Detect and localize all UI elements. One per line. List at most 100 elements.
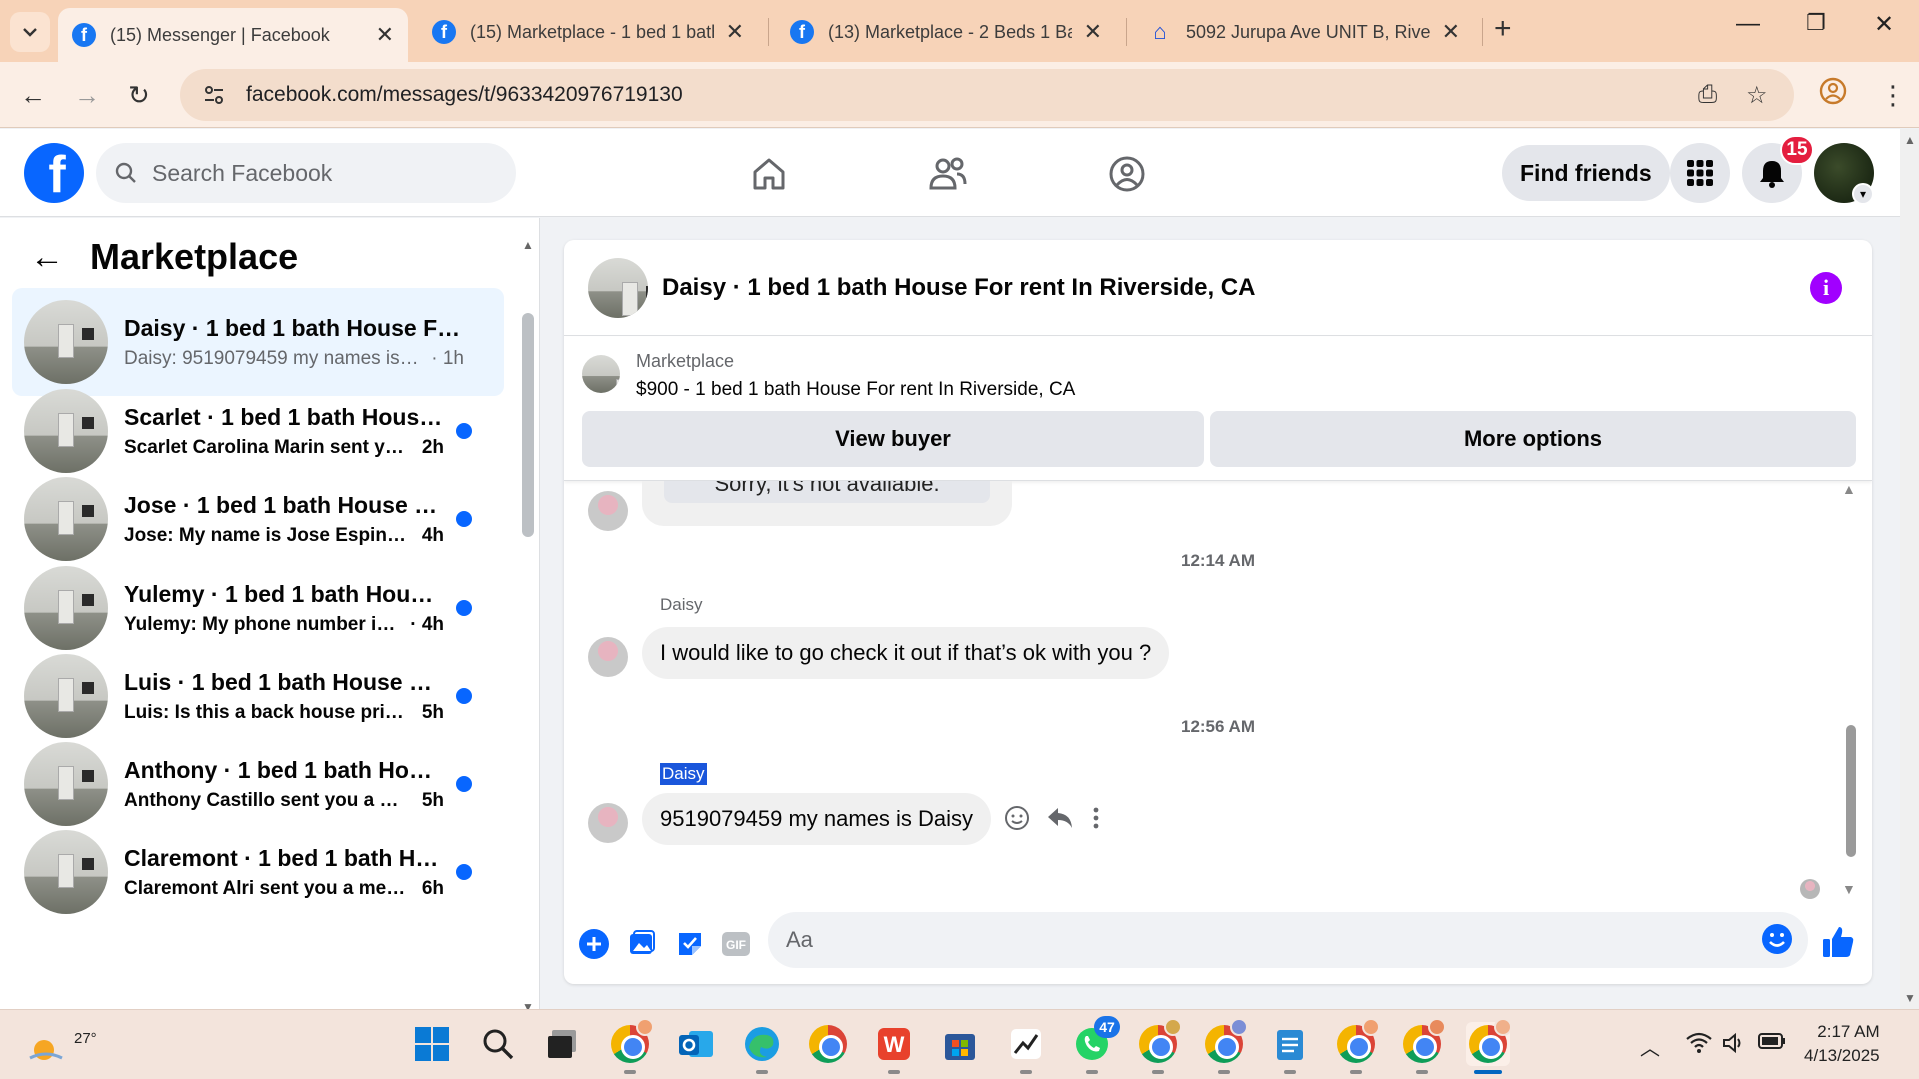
edge-icon[interactable]	[740, 1022, 784, 1074]
panel-title: Marketplace	[90, 236, 299, 277]
profile-icon[interactable]	[1818, 76, 1848, 113]
tab-title: 5092 Jurupa Ave UNIT B, Riversi	[1186, 21, 1430, 42]
conversation-snippet: Daisy: 9519079459 my names is Da...	[124, 347, 424, 369]
wifi-icon[interactable]	[1686, 1032, 1712, 1060]
plus-circle-icon[interactable]	[576, 926, 612, 962]
sticker-icon[interactable]	[672, 926, 708, 962]
account-chevron-icon[interactable]: ▾	[1852, 183, 1874, 205]
listing-title[interactable]: $900 - 1 bed 1 bath House For rent In Ri…	[636, 379, 1075, 401]
battery-icon[interactable]	[1758, 1032, 1786, 1056]
conversation-name: Jose · 1 bed 1 bath House For r...	[124, 491, 444, 518]
listing-thumbnail	[24, 389, 108, 473]
photo-icon[interactable]	[624, 926, 660, 962]
sender-avatar[interactable]	[588, 491, 628, 531]
tab-marketplace-2[interactable]: f (13) Marketplace - 2 Beds 1 Bat ✕	[776, 10, 1116, 54]
search-input[interactable]	[152, 159, 492, 187]
more-actions-icon[interactable]	[1092, 806, 1100, 835]
tab-marketplace-1[interactable]: f (15) Marketplace - 1 bed 1 bath ✕	[418, 10, 758, 54]
menu-grid-icon[interactable]	[1670, 143, 1730, 203]
chrome-profile-icon[interactable]	[1334, 1018, 1380, 1074]
react-emoji-icon[interactable]	[1004, 805, 1030, 836]
unread-indicator	[456, 511, 472, 527]
back-arrow-icon[interactable]: ←	[30, 238, 64, 277]
chrome-profile-icon[interactable]	[1202, 1018, 1248, 1074]
weather-widget[interactable]: 27°	[26, 1018, 97, 1072]
new-tab-button[interactable]: +	[1494, 12, 1512, 46]
message-input[interactable]	[786, 927, 1726, 953]
conversation-snippet: Luis: Is this a back house private...	[124, 701, 414, 723]
sender-avatar[interactable]	[588, 637, 628, 677]
more-options-button[interactable]: More options	[1210, 411, 1856, 467]
scroll-down-arrow-icon[interactable]: ▼	[1842, 881, 1856, 897]
site-settings-icon[interactable]	[198, 79, 230, 111]
tray-overflow-chevron-icon[interactable]: ︿	[1640, 1032, 1660, 1061]
close-window-icon[interactable]: ✕	[1874, 10, 1894, 39]
tab-search-button[interactable]	[10, 12, 50, 52]
groups-nav-icon[interactable]	[1102, 149, 1152, 199]
chat-title[interactable]: Daisy · 1 bed 1 bath House For rent In R…	[662, 274, 1255, 302]
task-view-icon[interactable]	[540, 1022, 584, 1066]
emoji-icon[interactable]	[1760, 922, 1794, 961]
system-clock[interactable]: 2:17 AM 4/13/2025	[1804, 1020, 1880, 1068]
restore-icon[interactable]: ❐	[1806, 10, 1826, 36]
message-bubble[interactable]: I would like to go check it out if that’…	[642, 627, 1170, 679]
volume-icon[interactable]	[1722, 1032, 1746, 1060]
tab-messenger[interactable]: f (15) Messenger | Facebook ✕	[58, 8, 408, 62]
info-icon[interactable]: i	[1810, 272, 1842, 304]
chrome-profile-icon[interactable]	[1400, 1018, 1446, 1074]
notepad-icon[interactable]	[1268, 1022, 1312, 1074]
install-app-icon[interactable]: ⎙	[1698, 81, 1717, 109]
message-thread: Sorry, it's not available. 12:14 AM Dais…	[564, 481, 1872, 904]
chat-listing-avatar[interactable]	[588, 257, 648, 318]
facebook-search[interactable]	[96, 143, 516, 203]
conversation-name: Luis · 1 bed 1 bath House For r...	[124, 668, 444, 695]
stocks-app-icon[interactable]	[1004, 1022, 1048, 1074]
chrome-icon[interactable]	[806, 1022, 850, 1066]
chrome-profile-icon[interactable]	[608, 1018, 654, 1074]
back-icon[interactable]: ←	[20, 80, 46, 111]
office-icon[interactable]: W	[872, 1022, 916, 1074]
reload-icon[interactable]: ↻	[128, 80, 150, 111]
whatsapp-icon[interactable]: 47	[1070, 1016, 1120, 1074]
message-bubble[interactable]: 9519079459 my names is Daisy	[642, 793, 992, 845]
browser-menu-icon[interactable]: ⋮	[1880, 80, 1906, 111]
listing-kicker: Marketplace	[636, 351, 735, 371]
find-friends-button[interactable]: Find friends	[1502, 145, 1670, 201]
conversation-snippet: Anthony Castillo sent you a mes...	[124, 789, 414, 811]
close-icon[interactable]: ✕	[726, 19, 744, 45]
tab-zillow[interactable]: ⌂ 5092 Jurupa Ave UNIT B, Riversi ✕	[1134, 10, 1474, 54]
view-buyer-button[interactable]: View buyer	[582, 411, 1204, 467]
forward-icon[interactable]: →	[74, 80, 100, 111]
facebook-logo[interactable]: f	[24, 143, 84, 203]
search-icon[interactable]	[476, 1022, 520, 1066]
message-input-box[interactable]	[768, 912, 1808, 968]
sender-avatar[interactable]	[588, 803, 628, 843]
whatsapp-unread-badge: 47	[1094, 1016, 1120, 1038]
chrome-active-icon[interactable]	[1466, 1018, 1512, 1074]
conversation-name: Daisy · 1 bed 1 bath House For r...	[124, 314, 464, 341]
friends-nav-icon[interactable]	[923, 149, 973, 199]
omnibox[interactable]: facebook.com/messages/t/9633420976719130…	[180, 69, 1794, 121]
page-scrollbar[interactable]: ▲ ▼	[1900, 129, 1919, 1009]
message-actions	[1004, 805, 1100, 836]
message-timestamp: 12:14 AM	[1180, 551, 1255, 570]
thumbs-up-icon[interactable]	[1820, 924, 1856, 960]
windows-start-icon[interactable]	[410, 1022, 454, 1066]
temperature: 27°	[74, 1030, 97, 1047]
close-icon[interactable]: ✕	[1084, 19, 1102, 45]
conversation-item-claremont[interactable]: Claremont · 1 bed 1 bath Hous... Claremo…	[12, 818, 504, 926]
close-icon[interactable]: ✕	[376, 22, 394, 48]
scroll-up-arrow-icon[interactable]: ▲	[1842, 481, 1856, 497]
minimize-icon[interactable]: —	[1736, 10, 1760, 38]
gif-icon[interactable]: GIF	[718, 926, 754, 962]
microsoft-store-icon[interactable]	[938, 1022, 982, 1066]
close-icon[interactable]: ✕	[1442, 19, 1460, 45]
scrollbar-thumb[interactable]	[522, 313, 534, 537]
conversation-time: 5h	[421, 789, 444, 811]
outlook-icon[interactable]	[674, 1022, 718, 1066]
home-nav-icon[interactable]	[744, 149, 794, 199]
bookmark-star-icon[interactable]: ☆	[1746, 81, 1768, 110]
chrome-profile-icon[interactable]	[1136, 1018, 1182, 1074]
thread-scrollbar-thumb[interactable]	[1846, 725, 1856, 857]
reply-icon[interactable]	[1046, 805, 1074, 836]
